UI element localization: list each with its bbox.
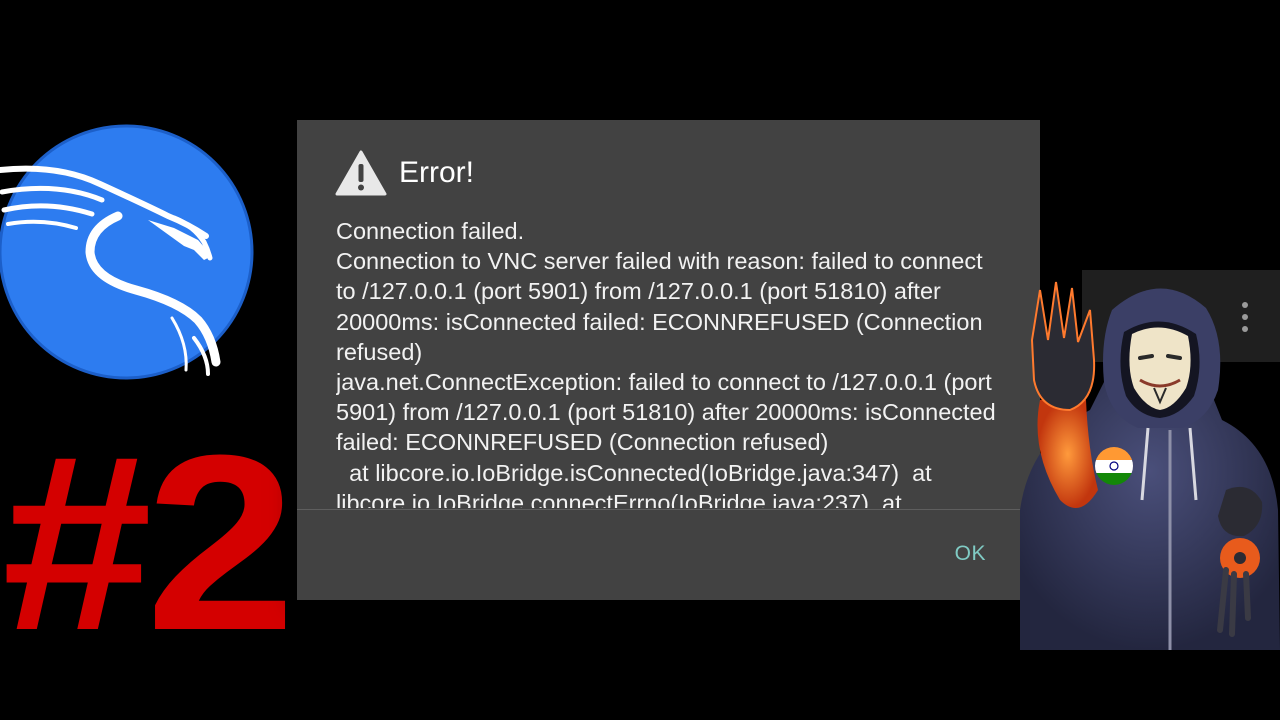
dialog-header: Error!: [335, 148, 474, 198]
thumbnail-canvas: #2 Error! Connection failed. Connection …: [0, 0, 1280, 720]
dialog-message: Connection failed. Connection to VNC ser…: [336, 218, 996, 508]
ok-button[interactable]: OK: [947, 538, 994, 570]
warning-icon: [335, 150, 387, 196]
kali-dragon-logo-icon: [0, 124, 254, 380]
error-dialog: Error! Connection failed. Connection to …: [297, 120, 1040, 600]
dialog-message-scroll[interactable]: Connection failed. Connection to VNC ser…: [336, 216, 1008, 508]
episode-number: #2: [2, 403, 296, 682]
anonymous-hacker-figure-icon: [1020, 281, 1280, 650]
dialog-divider: [297, 509, 1040, 510]
dialog-title: Error!: [399, 156, 474, 189]
